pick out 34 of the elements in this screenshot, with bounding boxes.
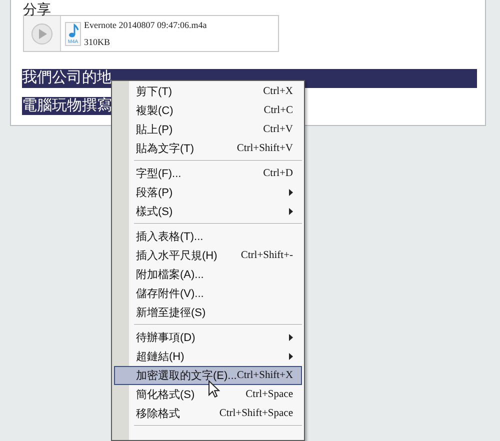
menu-item[interactable]: 貼上(P) Ctrl+V [114, 120, 302, 139]
menu-item[interactable]: 複製(C) Ctrl+C [114, 101, 302, 120]
menu-item[interactable]: 剪下(T) Ctrl+X [114, 82, 302, 101]
section-heading: 分享 [23, 0, 52, 15]
file-name: Evernote 20140807 09:47:06.m4a [84, 20, 207, 30]
submenu-arrow-icon [289, 353, 293, 360]
submenu-arrow-icon [289, 334, 293, 341]
shortcut-label: Ctrl+Shift+X [236, 370, 294, 381]
play-icon[interactable] [31, 22, 53, 44]
menu-item[interactable]: 字型(F)... Ctrl+D [114, 164, 302, 183]
submenu-arrow-icon [289, 189, 293, 196]
file-size: 310KB [84, 37, 112, 47]
menu-item[interactable]: 段落(P) [114, 183, 302, 202]
menu-item[interactable]: 附加檔案(A)... [114, 265, 302, 284]
menu-item[interactable]: 待辦事項(D) [114, 328, 302, 347]
shortcut-label: Ctrl+D [263, 168, 293, 179]
menu-item[interactable]: 移除格式 Ctrl+Shift+Space [114, 404, 302, 423]
shortcut-label: Ctrl+V [263, 124, 293, 135]
shortcut-label: Ctrl+Shift+V [236, 143, 293, 154]
menu-item[interactable]: 新增至捷徑(S) [114, 303, 302, 322]
shortcut-label: Ctrl+Shift+- [240, 250, 293, 261]
menu-item[interactable]: 超鏈結(H) [114, 347, 302, 366]
menu-item[interactable]: 貼為文字(T) Ctrl+Shift+V [114, 139, 302, 158]
menu-item[interactable]: 簡化格式(S) Ctrl+Space [114, 385, 302, 404]
menu-item[interactable]: 插入表格(T)... [114, 227, 302, 246]
shortcut-label: Ctrl+C [264, 105, 293, 116]
menu-item[interactable]: 樣式(S) [114, 202, 302, 221]
menu-item[interactable]: 插入水平尺規(H) Ctrl+Shift+- [114, 246, 302, 265]
shortcut-label: Ctrl+Shift+Space [219, 408, 293, 419]
menu-item[interactable]: 儲存附件(V)... [114, 284, 302, 303]
shortcut-label: Ctrl+X [263, 86, 293, 97]
mouse-pointer-icon [208, 380, 220, 398]
shortcut-label: Ctrl+Space [246, 389, 293, 400]
submenu-arrow-icon [289, 208, 293, 215]
